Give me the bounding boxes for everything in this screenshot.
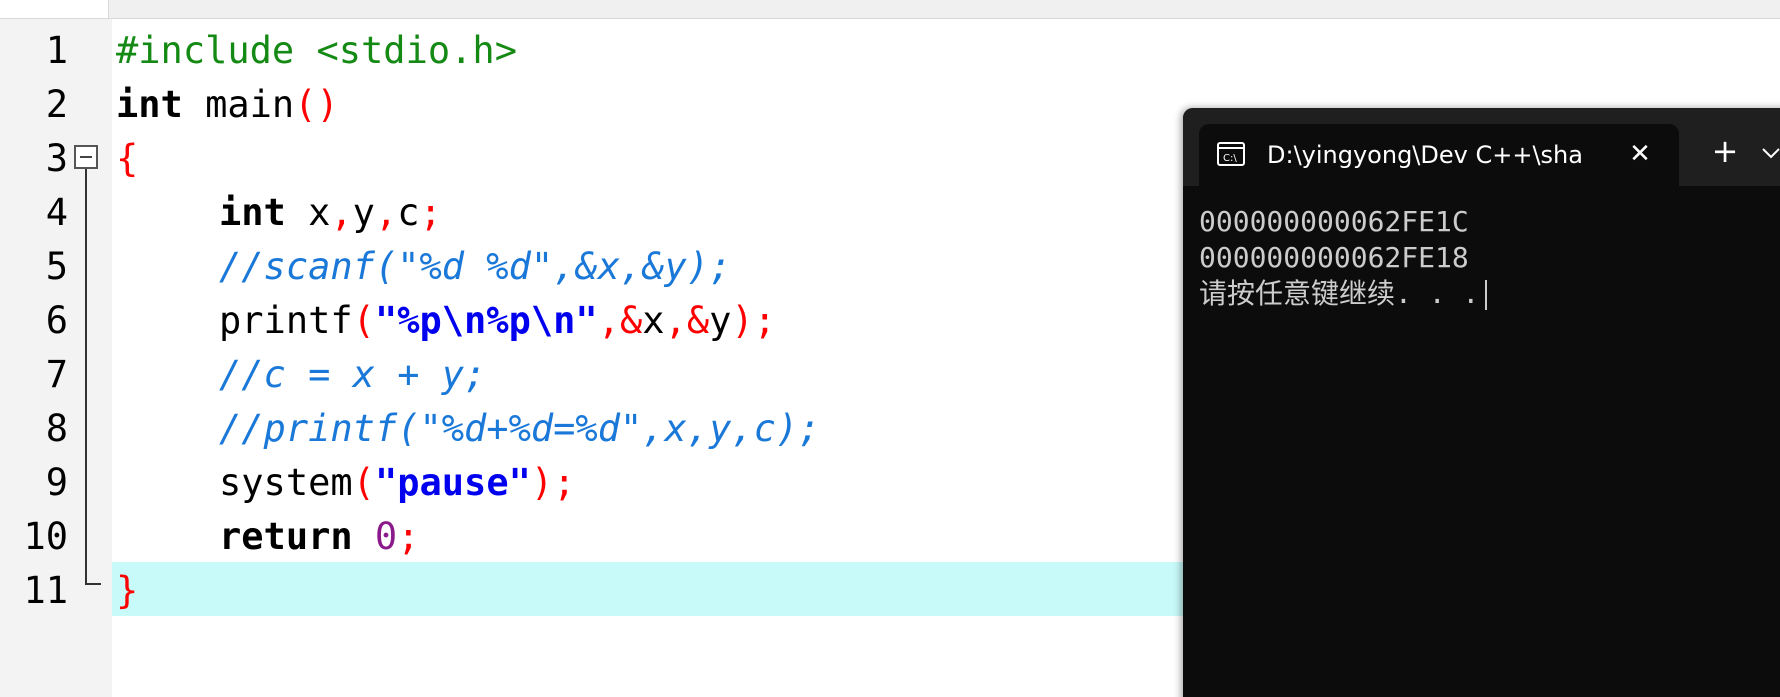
symbol: } <box>116 569 139 612</box>
terminal-title-bar[interactable]: C:\ D:\yingyong\Dev C++\sha ✕ + <box>1183 108 1780 186</box>
symbol: , <box>374 191 398 234</box>
terminal-output[interactable]: 000000000062FE1C 000000000062FE18 请按任意键继… <box>1199 204 1780 312</box>
code-line-7: //c = x + y; <box>116 348 820 402</box>
fold-collapse-icon[interactable] <box>74 145 98 169</box>
terminal-prompt-line: 请按任意键继续. . . <box>1199 276 1780 312</box>
line-numbers: 1 2 3 4 5 6 7 8 9 10 11 <box>0 24 68 618</box>
line-number: 7 <box>45 353 68 396</box>
code-line-11: } <box>116 564 820 618</box>
symbol: ; <box>419 191 442 234</box>
code-line-2: int main() <box>116 78 820 132</box>
code-line-10: return 0; <box>116 510 820 564</box>
keyword: int <box>219 191 286 234</box>
string-literal: "pause" <box>374 461 531 504</box>
line-number: 4 <box>45 191 68 234</box>
symbol: ); <box>731 299 776 342</box>
console-icon: C:\ <box>1217 142 1245 166</box>
code-line-9: system("pause"); <box>116 456 820 510</box>
symbol: ( <box>352 299 375 342</box>
line-number: 6 <box>45 299 68 342</box>
symbol: ); <box>530 461 576 504</box>
line-number: 11 <box>23 569 68 612</box>
terminal-tab-title: D:\yingyong\Dev C++\sha <box>1267 141 1583 169</box>
symbol: , <box>330 191 353 234</box>
line-number: 9 <box>45 461 68 504</box>
editor-tab-strip <box>0 0 1780 19</box>
terminal-output-line: 000000000062FE18 <box>1199 241 1469 274</box>
line-number: 5 <box>45 245 68 288</box>
symbol: ,& <box>664 299 710 342</box>
terminal-output-line: 请按任意键继续. . . <box>1199 277 1480 310</box>
line-number: 2 <box>45 83 68 126</box>
screen: 1 2 3 4 5 6 7 8 9 10 11 #include <stdio.… <box>0 0 1780 697</box>
code-lines: #include <stdio.h> int main() { int x,y,… <box>116 24 820 618</box>
close-icon[interactable]: ✕ <box>1625 137 1655 171</box>
line-number: 8 <box>45 407 68 450</box>
line-number: 1 <box>45 29 68 72</box>
code-line-6: printf("%p\n%p\n",&x,&y); <box>116 294 820 348</box>
keyword: int <box>116 83 183 126</box>
identifier: x <box>642 299 665 342</box>
number-literal: 0 <box>352 515 398 558</box>
identifier: system <box>219 461 353 504</box>
symbol: ,& <box>597 299 643 342</box>
comment: //printf("%d+%d=%d",x,y,c); <box>219 407 821 450</box>
terminal-tab[interactable]: C:\ D:\yingyong\Dev C++\sha ✕ <box>1199 124 1679 186</box>
line-number: 3 <box>45 137 68 180</box>
identifier: y <box>709 299 732 342</box>
line-number: 10 <box>23 515 68 558</box>
code-line-8: //printf("%d+%d=%d",x,y,c); <box>116 402 820 456</box>
fold-guide-end <box>85 583 101 585</box>
new-tab-button[interactable]: + <box>1705 131 1745 171</box>
string-literal: "%p\n%p\n" <box>374 299 598 342</box>
identifier: printf <box>219 299 353 342</box>
identifier: c <box>397 191 420 234</box>
keyword: return <box>219 515 353 558</box>
code-line-3: { <box>116 132 820 186</box>
code-line-4: int x,y,c; <box>116 186 820 240</box>
identifier: y <box>352 191 375 234</box>
preprocessor-directive: #include <stdio.h> <box>116 29 517 72</box>
terminal-window[interactable]: C:\ D:\yingyong\Dev C++\sha ✕ + 00000000… <box>1183 108 1780 697</box>
code-line-5: //scanf("%d %d",&x,&y); <box>116 240 820 294</box>
comment: //c = x + y; <box>219 353 487 396</box>
identifier: main <box>182 83 295 126</box>
svg-text:C:\: C:\ <box>1223 153 1237 164</box>
symbol: () <box>294 83 339 126</box>
symbol: ; <box>397 515 420 558</box>
identifier: x <box>285 191 331 234</box>
terminal-output-line: 000000000062FE1C <box>1199 205 1469 238</box>
fold-guide-line <box>85 169 87 585</box>
chevron-down-icon[interactable] <box>1761 138 1780 168</box>
editor-tab[interactable] <box>0 0 109 18</box>
symbol: ( <box>352 461 375 504</box>
symbol: { <box>116 137 139 180</box>
comment: //scanf("%d %d",&x,&y); <box>219 245 732 288</box>
code-line-1: #include <stdio.h> <box>116 24 820 78</box>
text-cursor <box>1485 280 1488 310</box>
